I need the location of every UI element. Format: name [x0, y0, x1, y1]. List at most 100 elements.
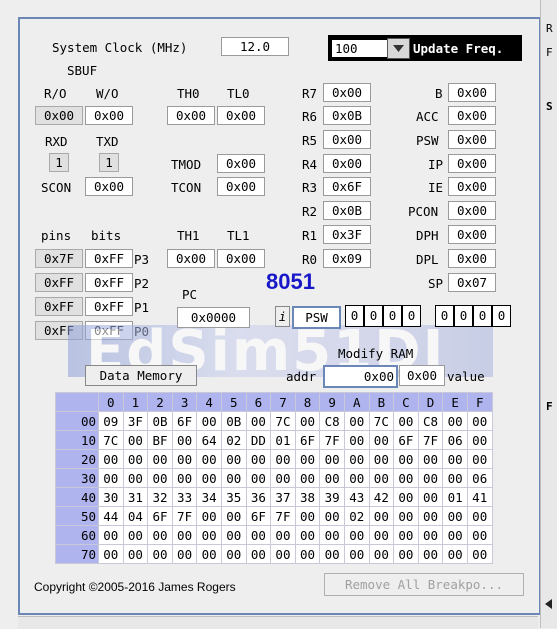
memory-cell[interactable]: 7C	[270, 411, 296, 431]
memory-cell[interactable]: 00	[171, 525, 198, 545]
port-bits-input[interactable]: 0xFF	[85, 297, 133, 316]
memory-cell[interactable]: 00	[442, 468, 468, 488]
memory-cell[interactable]: 6F	[171, 411, 198, 431]
memory-cell[interactable]: 44	[98, 506, 124, 526]
memory-cell[interactable]: 41	[466, 487, 493, 507]
memory-cell[interactable]: 00	[294, 411, 321, 431]
memory-cell[interactable]: 00	[417, 468, 444, 488]
sfr-dpl-input[interactable]: 0x00	[448, 249, 496, 268]
memory-cell[interactable]: 33	[171, 487, 198, 507]
memory-cell[interactable]: 00	[343, 525, 370, 545]
memory-cell[interactable]: 00	[368, 449, 395, 469]
memory-cell[interactable]: 01	[270, 430, 296, 450]
psw-bit[interactable]: 0	[364, 305, 383, 327]
memory-cell[interactable]: 00	[122, 468, 149, 488]
memory-cell[interactable]: 7F	[417, 430, 444, 450]
memory-cell[interactable]: 00	[270, 468, 296, 488]
sbuf-wo-input[interactable]: 0x00	[85, 106, 133, 125]
memory-cell[interactable]: 00	[343, 449, 370, 469]
memory-cell[interactable]: 39	[319, 487, 345, 507]
memory-cell[interactable]: 0B	[220, 411, 247, 431]
txd-pin[interactable]: 1	[99, 153, 119, 172]
sfr-b-input[interactable]: 0x00	[448, 83, 496, 102]
tl1-input[interactable]: 0x00	[217, 249, 265, 268]
reg-r5-input[interactable]: 0x00	[323, 130, 371, 149]
memory-cell[interactable]: 00	[98, 525, 124, 545]
memory-cell[interactable]: 00	[368, 430, 395, 450]
memory-cell[interactable]: 00	[147, 468, 173, 488]
memory-cell[interactable]: 7F	[270, 506, 296, 526]
sfr-psw-input[interactable]: 0x00	[448, 130, 496, 149]
memory-cell[interactable]: 00	[270, 544, 296, 564]
memory-cell[interactable]: 00	[245, 525, 272, 545]
memory-cell[interactable]: 00	[466, 506, 493, 526]
memory-cell[interactable]: 6F	[245, 506, 272, 526]
memory-cell[interactable]: 00	[319, 506, 345, 526]
memory-cell[interactable]: 6F	[393, 430, 419, 450]
info-button[interactable]: i	[275, 306, 290, 327]
psw-bit[interactable]: 0	[345, 305, 364, 327]
memory-cell[interactable]: 00	[122, 525, 149, 545]
psw-bit[interactable]: 0	[383, 305, 402, 327]
memory-cell[interactable]: 00	[343, 411, 370, 431]
memory-cell[interactable]: 00	[294, 468, 321, 488]
psw-bit[interactable]: 0	[402, 305, 421, 327]
memory-cell[interactable]: 00	[98, 449, 124, 469]
memory-cell[interactable]: 00	[196, 411, 222, 431]
memory-cell[interactable]: 00	[220, 449, 247, 469]
memory-cell[interactable]: 00	[147, 544, 173, 564]
memory-cell[interactable]: 6F	[294, 430, 321, 450]
memory-cell[interactable]: 00	[294, 525, 321, 545]
tl0-input[interactable]: 0x00	[217, 106, 265, 125]
scon-input[interactable]: 0x00	[85, 177, 133, 196]
memory-cell[interactable]: 00	[294, 449, 321, 469]
memory-cell[interactable]: 00	[122, 449, 149, 469]
memory-cell[interactable]: 00	[466, 525, 493, 545]
memory-cell[interactable]: 00	[368, 468, 395, 488]
addr-input[interactable]: 0x00	[323, 365, 398, 388]
memory-cell[interactable]: 00	[442, 411, 468, 431]
memory-cell[interactable]: 37	[270, 487, 296, 507]
memory-cell[interactable]: 00	[220, 468, 247, 488]
memory-cell[interactable]: 00	[343, 430, 370, 450]
remove-breakpoints-button[interactable]: Remove All Breakpo...	[324, 573, 524, 596]
memory-cell[interactable]: 7C	[98, 430, 124, 450]
memory-cell[interactable]: 00	[417, 449, 444, 469]
memory-cell[interactable]: 0B	[147, 411, 173, 431]
memory-cell[interactable]: 00	[368, 506, 395, 526]
pc-input[interactable]: 0x0000	[177, 307, 250, 328]
memory-cell[interactable]: 00	[147, 525, 173, 545]
memory-cell[interactable]: 00	[368, 544, 395, 564]
memory-cell[interactable]: 64	[196, 430, 222, 450]
memory-cell[interactable]: 09	[98, 411, 124, 431]
psw-bit[interactable]: 0	[435, 305, 454, 327]
memory-cell[interactable]: 00	[393, 525, 419, 545]
memory-cell[interactable]: 00	[417, 506, 444, 526]
memory-cell[interactable]: 36	[245, 487, 272, 507]
psw-bit[interactable]: 0	[454, 305, 473, 327]
reg-r1-input[interactable]: 0x3F	[323, 225, 371, 244]
memory-cell[interactable]: 00	[171, 430, 198, 450]
value-input[interactable]: 0x00	[399, 365, 445, 386]
memory-cell[interactable]: 00	[417, 487, 444, 507]
port-bits-input[interactable]: 0xFF	[85, 273, 133, 292]
data-memory-button[interactable]: Data Memory	[85, 365, 197, 386]
chevron-left-icon[interactable]	[542, 596, 556, 612]
memory-cell[interactable]: 02	[343, 506, 370, 526]
memory-cell[interactable]: 00	[245, 449, 272, 469]
memory-cell[interactable]: 34	[196, 487, 222, 507]
memory-cell[interactable]: 00	[442, 525, 468, 545]
sfr-pcon-input[interactable]: 0x00	[448, 201, 496, 220]
memory-cell[interactable]: 00	[393, 468, 419, 488]
sfr-acc-input[interactable]: 0x00	[448, 106, 496, 125]
memory-cell[interactable]: 06	[466, 468, 493, 488]
sfr-ip-input[interactable]: 0x00	[448, 154, 496, 173]
memory-cell[interactable]: 00	[368, 525, 395, 545]
memory-cell[interactable]: 00	[319, 468, 345, 488]
memory-cell[interactable]: 00	[171, 544, 198, 564]
memory-cell[interactable]: 04	[122, 506, 149, 526]
memory-cell[interactable]: 00	[393, 544, 419, 564]
tcon-input[interactable]: 0x00	[217, 177, 265, 196]
memory-cell[interactable]: 00	[466, 411, 493, 431]
memory-cell[interactable]: 00	[466, 544, 493, 564]
